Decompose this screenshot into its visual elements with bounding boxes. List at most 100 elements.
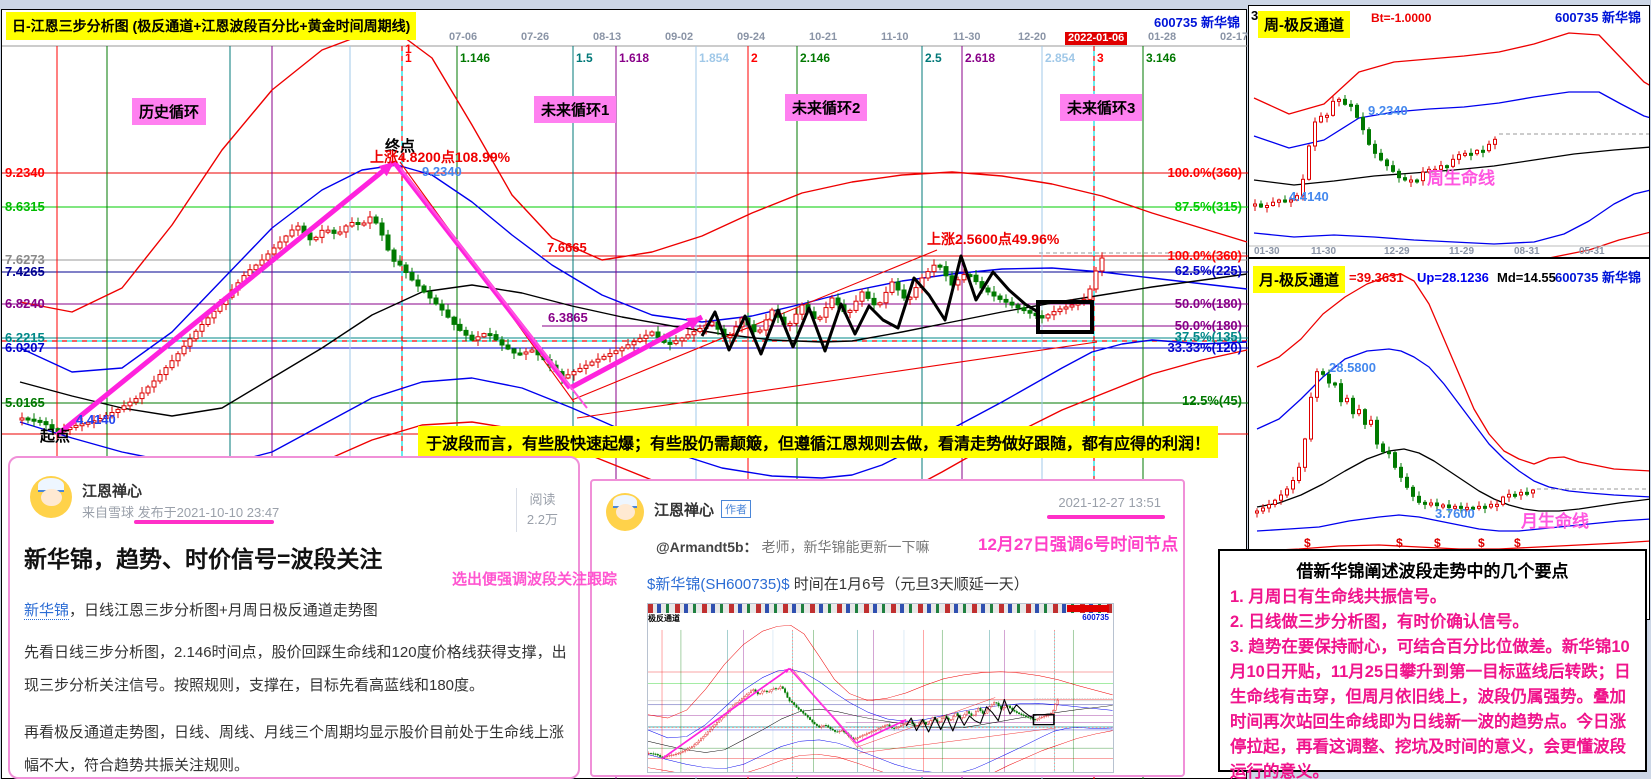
weekly-date-label: 11-29 — [1449, 247, 1474, 257]
price-axis-label: 5.0165 — [5, 396, 45, 409]
percent-level-label: 12.5%(45) — [1182, 394, 1242, 407]
weekly-date-label: 01-30 — [1254, 247, 1280, 257]
price-axis-label: 6.8240 — [5, 297, 45, 310]
screenshot-root: 06-1607-0607-2608-1309-0209-2410-2111-10… — [0, 0, 1651, 779]
post1-meta: 来自雪球 发布于2021-10-10 23:47 — [82, 502, 279, 521]
daily-chart-title: 日-江恩三步分析图 (极反通道+江恩波段百分比+黄金时间周期线) — [6, 12, 416, 40]
price-axis-label: 8.6315 — [5, 200, 45, 213]
chart-annotation-label: 9.2340 — [422, 165, 462, 178]
monthly-low-price-label: 3.7600 — [1435, 507, 1475, 520]
svg-text:$: $ — [1396, 536, 1403, 550]
svg-text:$: $ — [1304, 536, 1311, 550]
post2-chart-thumbnail[interactable]: 极反通道 600735 — [647, 603, 1114, 773]
date-axis-label: 11-30 — [953, 32, 981, 43]
cycle-label: 未来循环3 — [1060, 94, 1142, 121]
weekly-chart-canvas — [1249, 6, 1649, 257]
price-axis-label: 6.0207 — [5, 341, 45, 354]
gann-time-label: 2.854 — [1045, 51, 1075, 65]
post2-avatar[interactable] — [606, 493, 644, 531]
key-points-panel: 借新华锦阐述波段走势中的几个要点 1. 月周日有生命线共振信号。2. 日线做三步… — [1218, 549, 1647, 772]
key-points-title: 借新华锦阐述波段走势中的几个要点 — [1230, 557, 1635, 582]
cycle-label: 未来循环1 — [534, 96, 616, 123]
gann-time-label: 1.854 — [699, 51, 729, 65]
chart-annotation-label: 7.6665 — [547, 241, 587, 254]
weekly-date-label: 05-31 — [1579, 247, 1605, 257]
date-axis-label: 07-06 — [449, 32, 477, 43]
monthly-lifeline-label: 月生命线 — [1521, 513, 1589, 530]
date-axis-label: 01-28 — [1148, 32, 1176, 43]
chart-annotation-label: 6.3865 — [548, 311, 588, 324]
price-axis-label: 9.2340 — [5, 166, 45, 179]
date-axis-label: 11-10 — [881, 32, 909, 43]
gann-time-label: 2.5 — [925, 51, 942, 65]
post2-author-name[interactable]: 江恩禅心作者 — [654, 499, 751, 520]
post2-stock-link[interactable]: $新华锦(SH600735)$ — [647, 576, 790, 593]
post2-timestamp: 2021-12-27 13:51 — [1058, 495, 1161, 510]
key-points-list: 1. 月周日有生命线共振信号。2. 日线做三步分析图，有时价确认信号。3. 趋势… — [1230, 585, 1635, 779]
monthly-up-value: Up=28.1236 — [1417, 271, 1489, 284]
percent-level-label: 87.5%(315) — [1175, 200, 1242, 213]
monthly-v-value: =39.3631 — [1349, 271, 1404, 284]
thumbnail-chart-canvas — [648, 623, 1113, 772]
post1-stock-link[interactable]: 新华锦 — [24, 602, 69, 620]
thumbnail-toolbar — [648, 604, 1113, 613]
gann-time-label: 3 — [1097, 51, 1104, 65]
post2-body: $新华锦(SH600735)$ 时间在1月6号（元旦3天顺延一天） — [647, 573, 1177, 597]
daily-stock-code-name: 600735 新华锦 — [1154, 16, 1240, 29]
thumbnail-red-marker — [1067, 605, 1109, 612]
gann-time-label: 2.618 — [965, 51, 995, 65]
weekly-lifeline-label: 周生命线 — [1427, 170, 1495, 187]
percent-level-label: 100.0%(360) — [1168, 166, 1242, 179]
percent-level-label: 62.5%(225) — [1175, 264, 1242, 277]
date-axis-label: 07-26 — [521, 32, 549, 43]
gann-time-label: 3.146 — [1146, 51, 1176, 65]
date-axis-label: 08-13 — [593, 32, 621, 43]
wave-advice-banner: 于波段而言，有些股快速起爆；有些股仍需颠簸，但遵循江恩规则去做，看清走势做好跟随… — [418, 426, 1218, 458]
post2-quote-handle[interactable]: @Armandt5b： — [656, 539, 758, 555]
weekly-bt-value: Bt=-1.0000 — [1371, 12, 1431, 24]
weekly-channel-panel: 3 周-极反通道 Bt=-1.0000 600735 新华锦 9.2340 4.… — [1248, 5, 1650, 258]
date-axis-label: 09-02 — [665, 32, 693, 43]
weekly-low-price-label: 4.4140 — [1289, 190, 1329, 203]
xueqiu-post-1: 江恩禅心 来自雪球 发布于2021-10-10 23:47 阅读 2.2万 新华… — [8, 456, 580, 779]
weekly-stock-code-name: 600735 新华锦 — [1555, 11, 1641, 24]
post1-avatar[interactable] — [30, 476, 72, 518]
key-point-item: 1. 月周日有生命线共振信号。 — [1230, 585, 1635, 610]
chart-annotation-label: 上涨4.8200点108.99% — [370, 150, 510, 164]
post1-author-name[interactable]: 江恩禅心 — [82, 480, 142, 501]
xueqiu-post-2: 江恩禅心作者 2021-12-27 13:51 @Armandt5b： 老师，新… — [590, 479, 1185, 777]
chart-annotation-label: 起点 — [40, 429, 70, 444]
weekly-date-label: 12-29 — [1384, 247, 1410, 257]
chart-annotation-label: 1 — [405, 43, 412, 55]
date-axis-label: 02-17 — [1220, 32, 1248, 43]
percent-level-label: 100.0%(360) — [1168, 249, 1242, 262]
weekly-date-label: 08-31 — [1514, 247, 1540, 257]
gann-time-label: 1.5 — [576, 51, 593, 65]
svg-text:$: $ — [1478, 536, 1485, 550]
post2-date-underline — [1047, 515, 1165, 519]
date-axis-label: 12-20 — [1018, 32, 1046, 43]
chart-annotation-label: 4.4140 — [76, 413, 116, 426]
monthly-md-value: Md=14.55 — [1497, 271, 1556, 284]
weekly-date-label: 11-30 — [1311, 247, 1336, 257]
date-axis-label: 10-21 — [809, 32, 837, 43]
percent-level-label: 33.33%(120) — [1168, 341, 1242, 354]
weekly-high-price-label: 9.2340 — [1368, 104, 1408, 117]
post2-quoted-comment: @Armandt5b： 老师，新华锦能更新一下嘛 — [656, 537, 929, 557]
svg-text:$: $ — [1434, 536, 1441, 550]
date-axis-label: 09-24 — [737, 32, 765, 43]
cycle-label: 历史循环 — [132, 98, 206, 125]
post1-paragraph-1: 新华锦，日线江恩三步分析图+月周日极反通道走势图 — [24, 594, 566, 627]
post1-title[interactable]: 新华锦，趋势、时价信号=波段关注 — [24, 540, 382, 574]
price-axis-label: 7.4265 — [5, 265, 45, 278]
key-point-item: 3. 趋势在要保持耐心，可结合百分比位做差。新华锦10月10日开贴，11月25日… — [1230, 635, 1635, 779]
gann-time-label: 2.146 — [800, 51, 830, 65]
weekly-chart-title: 周-极反通道 — [1258, 11, 1350, 38]
post1-paragraph-2: 先看日线三步分析图，2.146时间点，股价回踩生命线和120度价格线获得支撑，出… — [24, 636, 572, 702]
post2-author-badge: 作者 — [721, 500, 751, 518]
svg-text:$: $ — [1514, 536, 1521, 550]
post2-pink-annotation: 12月27日强调6号时间节点 — [978, 530, 1178, 555]
monthly-stock-code-name: 600735 新华锦 — [1555, 271, 1641, 284]
gann-time-label: 2 — [751, 51, 758, 65]
monthly-high-price-label: 28.5800 — [1329, 361, 1376, 374]
